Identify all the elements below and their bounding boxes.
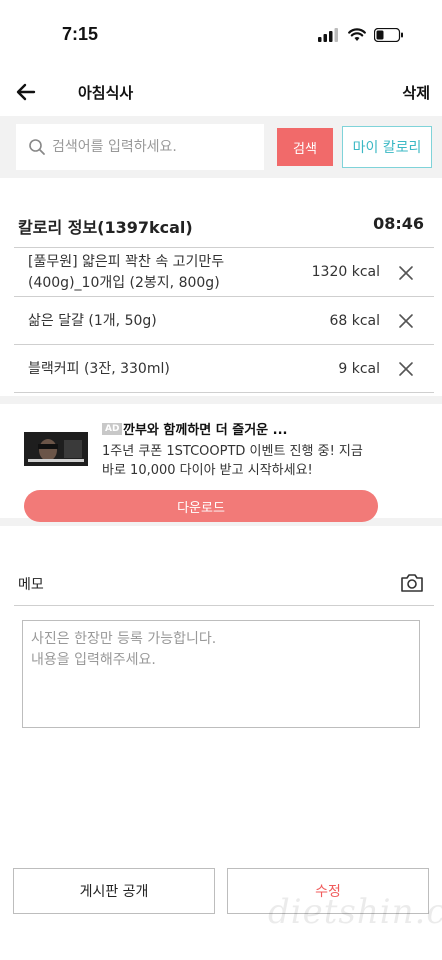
ad-section: AD 깐부와 함께하면 더 즐거운 ... 1주년 쿠폰 1STCOOPTD 이… bbox=[0, 396, 442, 526]
meal-time[interactable]: 08:46 bbox=[373, 214, 424, 233]
status-icons bbox=[318, 28, 404, 42]
search-section: 검색 마이 칼로리 bbox=[0, 116, 442, 178]
ad-thumbnail bbox=[24, 432, 88, 466]
memo-box[interactable] bbox=[22, 620, 420, 728]
close-icon[interactable] bbox=[398, 265, 414, 281]
food-list: [풀무원] 얇은피 꽉찬 속 고기만두 (400g)_10개입 (2봉지, 80… bbox=[14, 248, 434, 393]
memo-label: 메모 bbox=[18, 577, 44, 593]
close-icon[interactable] bbox=[398, 361, 414, 377]
camera-icon bbox=[401, 574, 423, 592]
nav-bar: 아침식사 삭제 bbox=[0, 72, 442, 116]
search-box[interactable] bbox=[16, 124, 264, 170]
food-kcal: 68 kcal bbox=[329, 313, 380, 329]
ad-download-button[interactable]: 다운로드 bbox=[24, 490, 378, 522]
divider bbox=[14, 605, 434, 606]
back-button[interactable] bbox=[14, 80, 38, 104]
board-share-button[interactable]: 게시판 공개 bbox=[13, 868, 215, 914]
list-item[interactable]: 블랙커피 (3잔, 330ml) 9 kcal bbox=[14, 345, 434, 393]
arrow-left-icon bbox=[16, 83, 36, 101]
ad-banner[interactable]: AD 깐부와 함께하면 더 즐거운 ... 1주년 쿠폰 1STCOOPTD 이… bbox=[0, 404, 442, 522]
battery-icon bbox=[374, 28, 403, 42]
ad-description: 1주년 쿠폰 1STCOOPTD 이벤트 진행 중! 지금 바로 10,000 … bbox=[102, 444, 363, 478]
search-button[interactable]: 검색 bbox=[277, 128, 333, 166]
calorie-total-header: 칼로리 정보(1397kcal) bbox=[18, 218, 193, 237]
my-calorie-button[interactable]: 마이 칼로리 bbox=[342, 126, 432, 168]
cellular-signal-icon bbox=[318, 28, 338, 42]
list-item[interactable]: [풀무원] 얇은피 꽉찬 속 고기만두 (400g)_10개입 (2봉지, 80… bbox=[14, 248, 434, 297]
food-name: [풀무원] 얇은피 꽉찬 속 고기만두 (400g)_10개입 (2봉지, 80… bbox=[28, 254, 225, 291]
ad-thumbnail-image bbox=[24, 432, 88, 466]
ad-title: 깐부와 함께하면 더 즐거운 ... bbox=[123, 423, 288, 438]
search-input[interactable] bbox=[52, 139, 252, 155]
food-kcal: 9 kcal bbox=[338, 361, 380, 377]
ad-badge: AD bbox=[102, 423, 123, 435]
watermark: dietshin.com bbox=[268, 892, 442, 932]
list-item[interactable]: 삶은 달걀 (1개, 50g) 68 kcal bbox=[14, 297, 434, 345]
status-time: 7:15 bbox=[62, 24, 99, 44]
delete-button[interactable]: 삭제 bbox=[402, 82, 430, 103]
food-kcal: 1320 kcal bbox=[311, 264, 380, 280]
close-icon[interactable] bbox=[398, 313, 414, 329]
page-title: 아침식사 bbox=[78, 84, 134, 102]
food-name: 블랙커피 (3잔, 330ml) bbox=[28, 361, 170, 377]
memo-textarea[interactable] bbox=[31, 629, 411, 719]
camera-button[interactable] bbox=[400, 572, 424, 594]
status-bar: 7:15 bbox=[0, 0, 442, 72]
search-icon bbox=[29, 139, 45, 155]
wifi-icon bbox=[348, 28, 366, 41]
food-name: 삶은 달걀 (1개, 50g) bbox=[28, 313, 157, 329]
